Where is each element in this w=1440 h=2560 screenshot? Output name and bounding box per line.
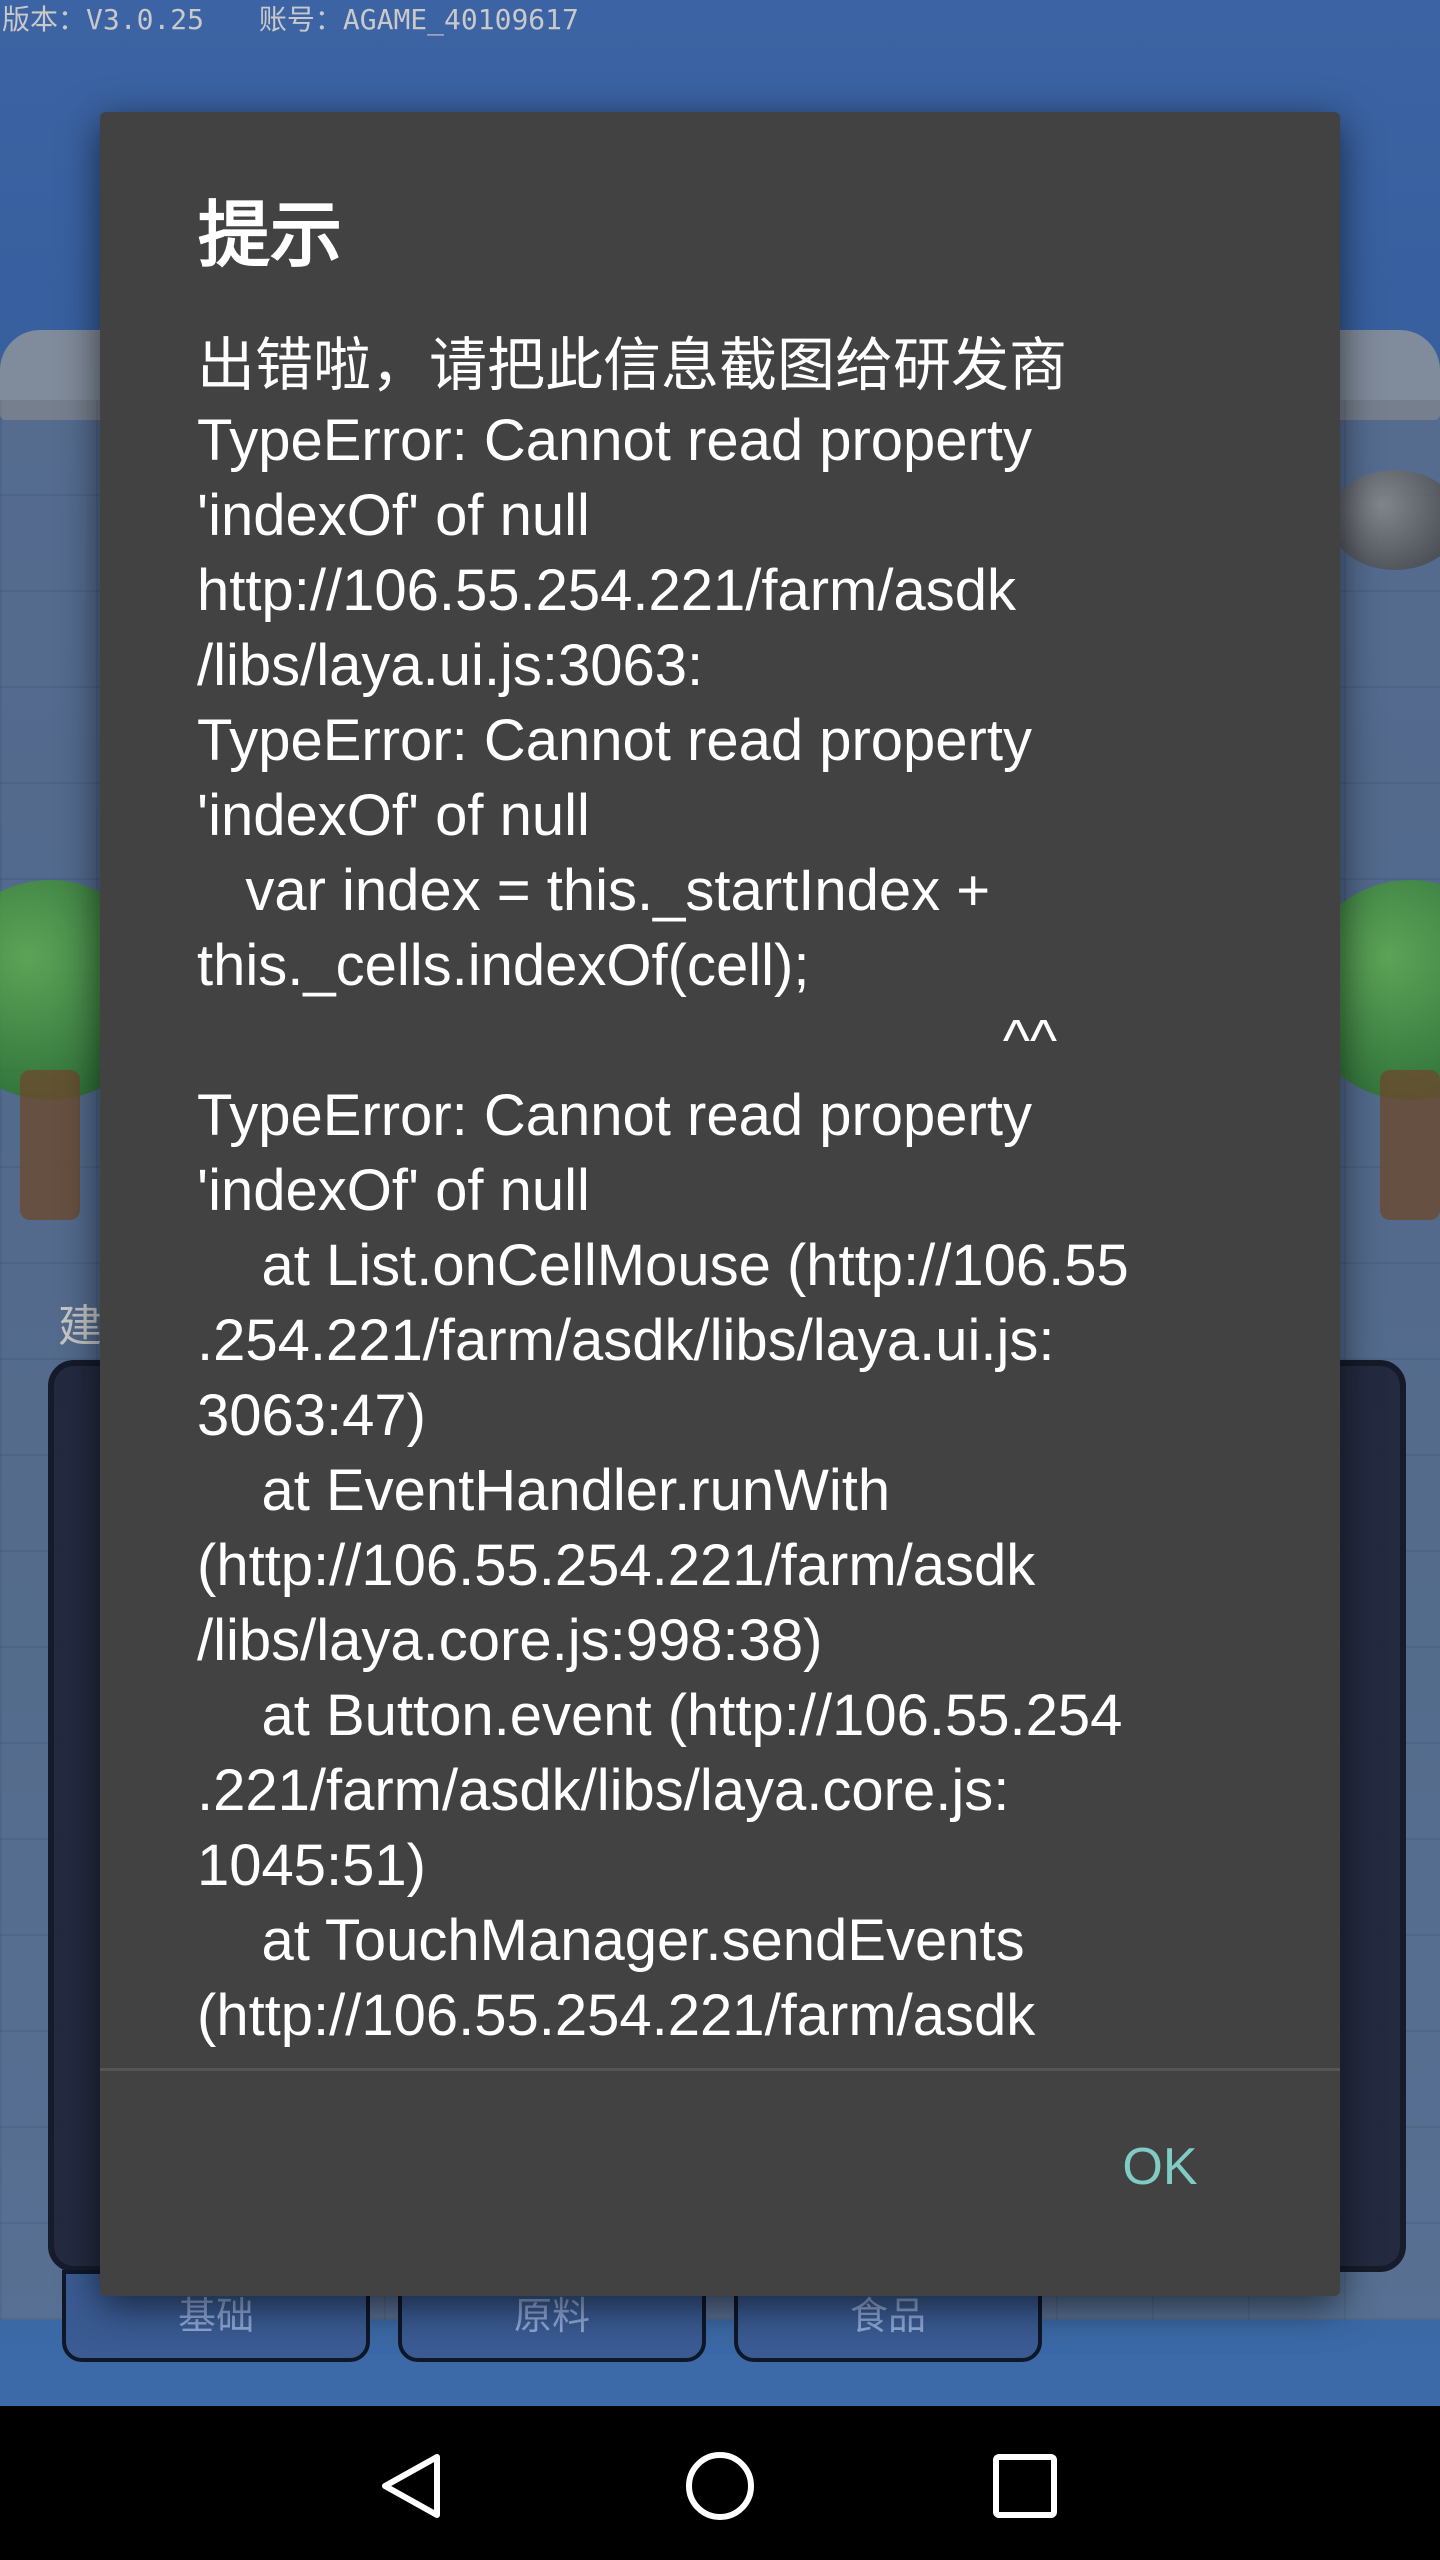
navigation-bar xyxy=(0,2406,1440,2560)
version-account-line: 版本：V3.0.25 账号：AGAME_40109617 xyxy=(0,0,617,40)
back-button[interactable] xyxy=(362,2436,462,2536)
account-label: 账号：AGAME_40109617 xyxy=(258,3,579,36)
back-triangle-icon xyxy=(382,2454,440,2518)
home-button[interactable] xyxy=(670,2436,770,2536)
ok-button[interactable]: OK xyxy=(1100,2112,1220,2222)
build-panel-label: 建 xyxy=(58,1301,102,1352)
error-dialog: 提示 出错啦，请把此信息截图给研发商 TypeError: Cannot rea… xyxy=(100,112,1340,2296)
recents-square-icon xyxy=(993,2454,1057,2518)
dialog-message[interactable]: 出错啦，请把此信息截图给研发商 TypeError: Cannot read p… xyxy=(197,328,1257,2178)
dialog-title: 提示 xyxy=(198,193,343,277)
recents-button[interactable] xyxy=(975,2436,1075,2536)
home-circle-icon xyxy=(686,2452,754,2520)
dialog-divider xyxy=(100,2068,1340,2071)
version-label: 版本：V3.0.25 xyxy=(2,3,205,36)
